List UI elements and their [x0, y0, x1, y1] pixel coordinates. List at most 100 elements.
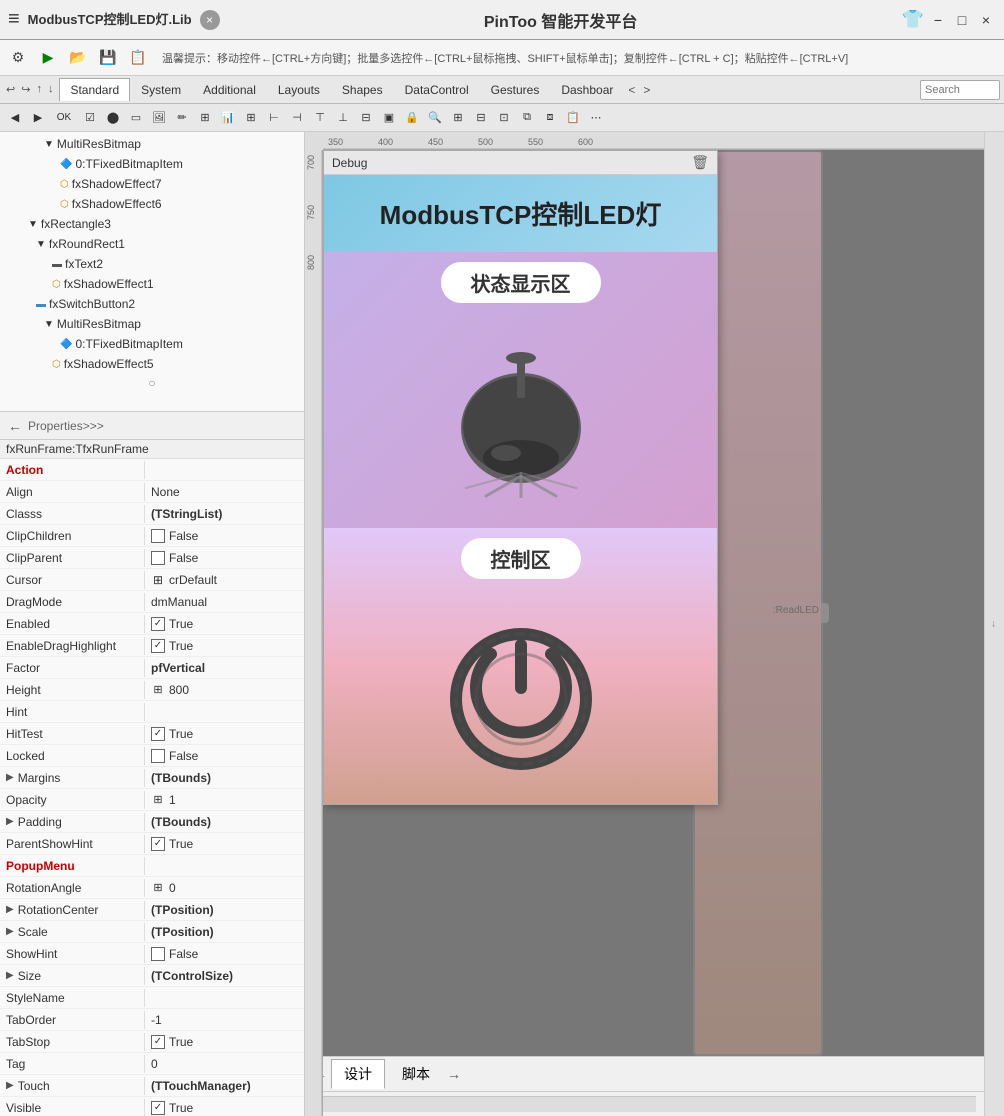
nav-back-btn[interactable]: ← [4, 416, 26, 436]
close-button[interactable]: × [976, 10, 996, 30]
tab-additional[interactable]: Additional [192, 78, 267, 101]
icon-btn-zoom4[interactable]: ⊡ [493, 107, 515, 129]
open-button[interactable]: 📂 [64, 44, 92, 72]
run-button[interactable]: ▶ [34, 44, 62, 72]
checkbox-parentshowhint[interactable]: ✓ [151, 837, 165, 851]
icon-btn-align-b[interactable]: ⊥ [332, 107, 354, 129]
prop-row-hittest[interactable]: HitTest ✓ True [0, 723, 304, 745]
tab-prev-btn[interactable]: < [624, 81, 639, 99]
icon-btn-align-r[interactable]: ⊣ [286, 107, 308, 129]
tree-nav-fwd[interactable]: ↪ [19, 81, 32, 98]
icon-btn-paste[interactable]: 📋 [562, 107, 584, 129]
tree-item[interactable]: 🔷 0:TFixedBitmapItem [2, 154, 302, 174]
prop-row-locked[interactable]: Locked False [0, 745, 304, 767]
icon-btn-group[interactable]: ▣ [378, 107, 400, 129]
icon-btn-pencil[interactable]: ✏ [171, 107, 193, 129]
prop-row-height[interactable]: Height ⊞ 800 [0, 679, 304, 701]
icon-btn-zoom3[interactable]: ⊟ [470, 107, 492, 129]
lib-close-button[interactable]: × [200, 10, 220, 30]
save-button[interactable]: 💾 [94, 44, 122, 72]
tab-layouts[interactable]: Layouts [267, 78, 331, 101]
icon-btn-img[interactable]: 🖼 [148, 107, 170, 129]
tree-item[interactable]: ▼ fxRectangle3 [2, 214, 302, 234]
checkbox-clipparent[interactable] [151, 551, 165, 565]
tab-standard[interactable]: Standard [59, 78, 130, 101]
prop-row-size[interactable]: ▶ Size (TControlSize) [0, 965, 304, 987]
icon-btn-frame[interactable]: ⊞ [194, 107, 216, 129]
tree-item[interactable]: ▼ fxRoundRect1 [2, 234, 302, 254]
prop-row-stylename[interactable]: StyleName [0, 987, 304, 1009]
minimize-button[interactable]: − [928, 10, 948, 30]
prop-row-clipparent[interactable]: ClipParent False [0, 547, 304, 569]
icon-btn-copy1[interactable]: ⧉ [516, 107, 538, 129]
prop-row-tag[interactable]: Tag 0 [0, 1053, 304, 1075]
prop-row-opacity[interactable]: Opacity ⊞ 1 [0, 789, 304, 811]
icon-btn-next[interactable]: ▶ [27, 107, 49, 129]
checkbox-locked[interactable] [151, 749, 165, 763]
tree-item[interactable]: 🔷 0:TFixedBitmapItem [2, 334, 302, 354]
tab-search-input[interactable] [920, 80, 1000, 100]
canvas-tab-design[interactable]: 设计 [331, 1059, 385, 1089]
prop-row-cursor[interactable]: Cursor ⊞ crDefault [0, 569, 304, 591]
icon-btn-check[interactable]: ☑ [79, 107, 101, 129]
tree-item[interactable]: ⬡ fxShadowEffect1 [2, 274, 302, 294]
properties-link[interactable]: Properties>>> [28, 419, 300, 433]
tree-item[interactable]: ⬡ fxShadowEffect7 [2, 174, 302, 194]
icon-btn-lock[interactable]: 🔒 [401, 107, 423, 129]
prop-row-align[interactable]: Align None [0, 481, 304, 503]
checkbox-hittest[interactable]: ✓ [151, 727, 165, 741]
tree-item[interactable]: ⬡ fxShadowEffect6 [2, 194, 302, 214]
tab-dashboard[interactable]: Dashboar [550, 78, 624, 101]
prop-row-enabledraghighlight[interactable]: EnableDragHighlight ✓ True [0, 635, 304, 657]
prop-row-clipchildren[interactable]: ClipChildren False [0, 525, 304, 547]
prop-row-factor[interactable]: Factor pfVertical [0, 657, 304, 679]
prop-row-popupmenu[interactable]: PopupMenu [0, 855, 304, 877]
checkbox-tabstop[interactable]: ✓ [151, 1035, 165, 1049]
checkbox-showhint[interactable] [151, 947, 165, 961]
toolbar-btn-5[interactable]: 📋 [124, 44, 152, 72]
icon-btn-chart[interactable]: 📊 [217, 107, 239, 129]
expand-icon-padding[interactable]: ▶ [6, 816, 14, 827]
expand-icon-scale[interactable]: ▶ [6, 926, 14, 937]
tree-nav-down[interactable]: ↓ [46, 81, 56, 98]
tab-shapes[interactable]: Shapes [331, 78, 394, 101]
prop-row-hint[interactable]: Hint [0, 701, 304, 723]
prop-row-action[interactable]: Action [0, 459, 304, 481]
icon-btn-align-c[interactable]: ⊟ [355, 107, 377, 129]
icon-btn-grid[interactable]: ⊞ [240, 107, 262, 129]
icon-btn-copy2[interactable]: ⧈ [539, 107, 561, 129]
icon-btn-more[interactable]: ⋯ [585, 107, 607, 129]
tree-nav-up[interactable]: ↑ [34, 81, 44, 98]
tree-area[interactable]: ▼ MultiResBitmap 🔷 0:TFixedBitmapItem ⬡ … [0, 132, 304, 412]
checkbox-clipchildren[interactable] [151, 529, 165, 543]
icon-btn-zoom2[interactable]: ⊞ [447, 107, 469, 129]
prop-row-parentshowhint[interactable]: ParentShowHint ✓ True [0, 833, 304, 855]
tree-item[interactable]: ⬡ fxShadowEffect5 [2, 354, 302, 374]
checkbox-enabledraghighlight[interactable]: ✓ [151, 639, 165, 653]
expand-icon-margins[interactable]: ▶ [6, 772, 14, 783]
tab-datacontrol[interactable]: DataControl [394, 78, 480, 101]
prop-row-tabstop[interactable]: TabStop ✓ True [0, 1031, 304, 1053]
debug-delete-btn[interactable]: 🗑 [691, 154, 709, 171]
prop-row-taborder[interactable]: TabOrder -1 [0, 1009, 304, 1031]
prop-row-touch[interactable]: ▶ Touch (TTouchManager) [0, 1075, 304, 1097]
tree-nav-back[interactable]: ↩ [4, 81, 17, 98]
tree-item[interactable]: ▬ fxText2 [2, 254, 302, 274]
icon-btn-align-t[interactable]: ⊤ [309, 107, 331, 129]
canvas-area[interactable]: 350 400 450 500 550 600 700 750 800 [305, 132, 984, 1116]
tree-item[interactable]: ▬ fxSwitchButton2 [2, 294, 302, 314]
icon-btn-label[interactable]: OK [50, 107, 78, 129]
prop-row-margins[interactable]: ▶ Margins (TBounds) [0, 767, 304, 789]
icon-btn-align-l[interactable]: ⊢ [263, 107, 285, 129]
checkbox-enabled[interactable]: ✓ [151, 617, 165, 631]
restore-button[interactable]: □ [952, 10, 972, 30]
prop-row-rotationangle[interactable]: RotationAngle ⊞ 0 [0, 877, 304, 899]
icon-btn-rect[interactable]: ▭ [125, 107, 147, 129]
prop-row-visible[interactable]: Visible ✓ True [0, 1097, 304, 1116]
prop-row-dragmode[interactable]: DragMode dmManual [0, 591, 304, 613]
prop-row-enabled[interactable]: Enabled ✓ True [0, 613, 304, 635]
tab-next-btn[interactable]: > [639, 81, 654, 99]
prop-row-showhint[interactable]: ShowHint False [0, 943, 304, 965]
prop-row-classs[interactable]: Classs (TStringList) [0, 503, 304, 525]
toolbar-btn-1[interactable]: ⚙ [4, 44, 32, 72]
